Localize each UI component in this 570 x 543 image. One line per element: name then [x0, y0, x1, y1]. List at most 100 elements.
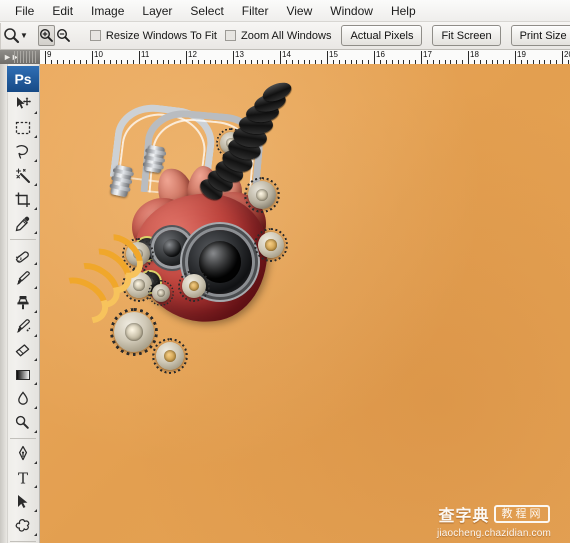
tool-flyout-indicator[interactable]: [34, 382, 37, 385]
crop-tool-icon[interactable]: [7, 188, 39, 212]
gradient-tool-icon[interactable]: [7, 363, 39, 387]
gear-right-upper: [248, 181, 276, 209]
menu-select[interactable]: Select: [181, 1, 232, 21]
tool-flyout-indicator[interactable]: [34, 111, 37, 114]
magic-wand-tool-icon[interactable]: [7, 164, 39, 188]
zoom-in-icon[interactable]: [37, 25, 55, 46]
ruler-label: 9: [47, 50, 52, 59]
path-selection-tool-icon[interactable]: [7, 490, 39, 514]
camera-lens-small: [154, 230, 190, 266]
tool-flyout-indicator[interactable]: [34, 231, 37, 234]
resize-windows-to-fit-checkbox-box[interactable]: [89, 30, 101, 41]
toolbox-tools: Ps T: [7, 64, 39, 543]
pen-tool-icon[interactable]: [7, 442, 39, 466]
eraser-tool-icon[interactable]: [7, 339, 39, 363]
menu-filter[interactable]: Filter: [233, 1, 278, 21]
blur-tool-icon[interactable]: [7, 387, 39, 411]
dodge-tool-icon[interactable]: [7, 411, 39, 435]
menu-bar: File Edit Image Layer Select Filter View Window…: [0, 0, 570, 22]
options-bar-grip[interactable]: [0, 22, 1, 49]
panel-grip[interactable]: [14, 51, 38, 63]
watermark-site-name: 查字典: [438, 505, 490, 525]
fit-screen-button[interactable]: Fit Screen: [432, 25, 501, 46]
menu-image[interactable]: Image: [82, 1, 133, 21]
tool-flyout-indicator[interactable]: [34, 183, 37, 186]
actual-pixels-button[interactable]: Actual Pixels: [341, 25, 423, 46]
toolbox-separator: [10, 239, 36, 240]
photoshop-window: File Edit Image Layer Select Filter View Window…: [0, 0, 570, 543]
ruler-row: ►► 9 10 11 12 13 14 15 16 17 18 19 20: [0, 50, 570, 65]
actual-pixels-label: Actual Pixels: [350, 29, 414, 42]
zoom-all-windows-checkbox[interactable]: Zoom All Windows: [224, 29, 332, 42]
tool-flyout-indicator[interactable]: [34, 406, 37, 409]
type-tool-icon[interactable]: T: [7, 466, 39, 490]
gear-bottom-right: [156, 342, 184, 370]
brush-tool-icon[interactable]: [7, 267, 39, 291]
photoshop-logo: Ps: [7, 66, 39, 92]
fit-screen-label: Fit Screen: [441, 29, 492, 42]
gear-bottom-mid: [182, 274, 206, 298]
resize-windows-to-fit-label: Resize Windows To Fit: [105, 29, 217, 42]
ruler-label: 15: [329, 50, 338, 59]
tool-flyout-indicator[interactable]: [34, 207, 37, 210]
toolbox-separator: [10, 541, 36, 542]
move-tool-icon[interactable]: [7, 92, 39, 116]
tool-flyout-indicator[interactable]: [34, 334, 37, 337]
watermark-badge: 教程网: [493, 504, 550, 523]
shape-tool-icon[interactable]: [7, 514, 39, 538]
menu-window[interactable]: Window: [321, 1, 382, 21]
ruler-label: 19: [517, 50, 526, 59]
resize-windows-to-fit-checkbox[interactable]: Resize Windows To Fit: [89, 29, 217, 42]
toolbox-panel: Ps T: [0, 64, 40, 543]
ruler-label: 10: [94, 50, 103, 59]
marquee-tool-icon[interactable]: [7, 116, 39, 140]
zoom-all-windows-label: Zoom All Windows: [240, 29, 332, 42]
watermark-url: jiaocheng.chazidian.com: [436, 527, 552, 539]
watermark-title-row: 查字典 教程网: [438, 502, 550, 526]
gear-right-mid: [258, 232, 284, 258]
zoom-tool-icon[interactable]: [3, 24, 20, 48]
healing-brush-tool-icon[interactable]: [7, 243, 39, 267]
tool-flyout-indicator[interactable]: [34, 358, 37, 361]
menu-file[interactable]: File: [6, 1, 43, 21]
ruler-corner[interactable]: ►►: [0, 50, 40, 65]
print-size-button[interactable]: Print Size: [510, 25, 570, 46]
menu-edit[interactable]: Edit: [43, 1, 82, 21]
menu-layer[interactable]: Layer: [133, 1, 181, 21]
tool-flyout-indicator[interactable]: [34, 430, 37, 433]
ruler-label: 13: [235, 50, 244, 59]
tool-flyout-indicator[interactable]: [34, 509, 37, 512]
svg-text:T: T: [18, 470, 28, 488]
history-brush-tool-icon[interactable]: [7, 315, 39, 339]
horizontal-ruler[interactable]: 9 10 11 12 13 14 15 16 17 18 19 20: [40, 50, 570, 65]
tool-flyout-indicator[interactable]: [34, 461, 37, 464]
tool-flyout-indicator[interactable]: [34, 533, 37, 536]
zoom-all-windows-checkbox-box[interactable]: [224, 30, 236, 41]
photoshop-logo-text: Ps: [14, 71, 32, 87]
tool-flyout-indicator[interactable]: [34, 485, 37, 488]
tool-flyout-indicator[interactable]: [34, 135, 37, 138]
ruler-label: 18: [470, 50, 479, 59]
clone-stamp-tool-icon[interactable]: [7, 291, 39, 315]
lasso-tool-icon[interactable]: [7, 140, 39, 164]
ruler-label: 17: [423, 50, 432, 59]
tool-flyout-indicator[interactable]: [34, 286, 37, 289]
gear-bottom-small: [152, 284, 170, 302]
zoom-out-icon[interactable]: [55, 25, 72, 46]
ruler-label: 20: [564, 50, 570, 59]
gear-bottom-large: [114, 312, 154, 352]
watermark: 查字典 教程网 jiaocheng.chazidian.com: [424, 501, 564, 539]
print-size-label: Print Size: [519, 29, 567, 42]
menu-help[interactable]: Help: [382, 1, 425, 21]
eyedropper-tool-icon[interactable]: [7, 212, 39, 236]
tool-preset-caret-down-icon[interactable]: ▼: [20, 24, 28, 48]
tool-flyout-indicator[interactable]: [34, 159, 37, 162]
ruler-label: 11: [141, 50, 150, 59]
options-bar: ▼ Resize Windows To Fit Zoom All Windows…: [0, 22, 570, 50]
ruler-label: 14: [282, 50, 291, 59]
document-canvas[interactable]: 查字典 教程网 jiaocheng.chazidian.com: [40, 64, 570, 543]
menu-view[interactable]: View: [277, 1, 321, 21]
tool-flyout-indicator[interactable]: [34, 310, 37, 313]
tool-flyout-indicator[interactable]: [34, 262, 37, 265]
ruler-label: 16: [376, 50, 385, 59]
